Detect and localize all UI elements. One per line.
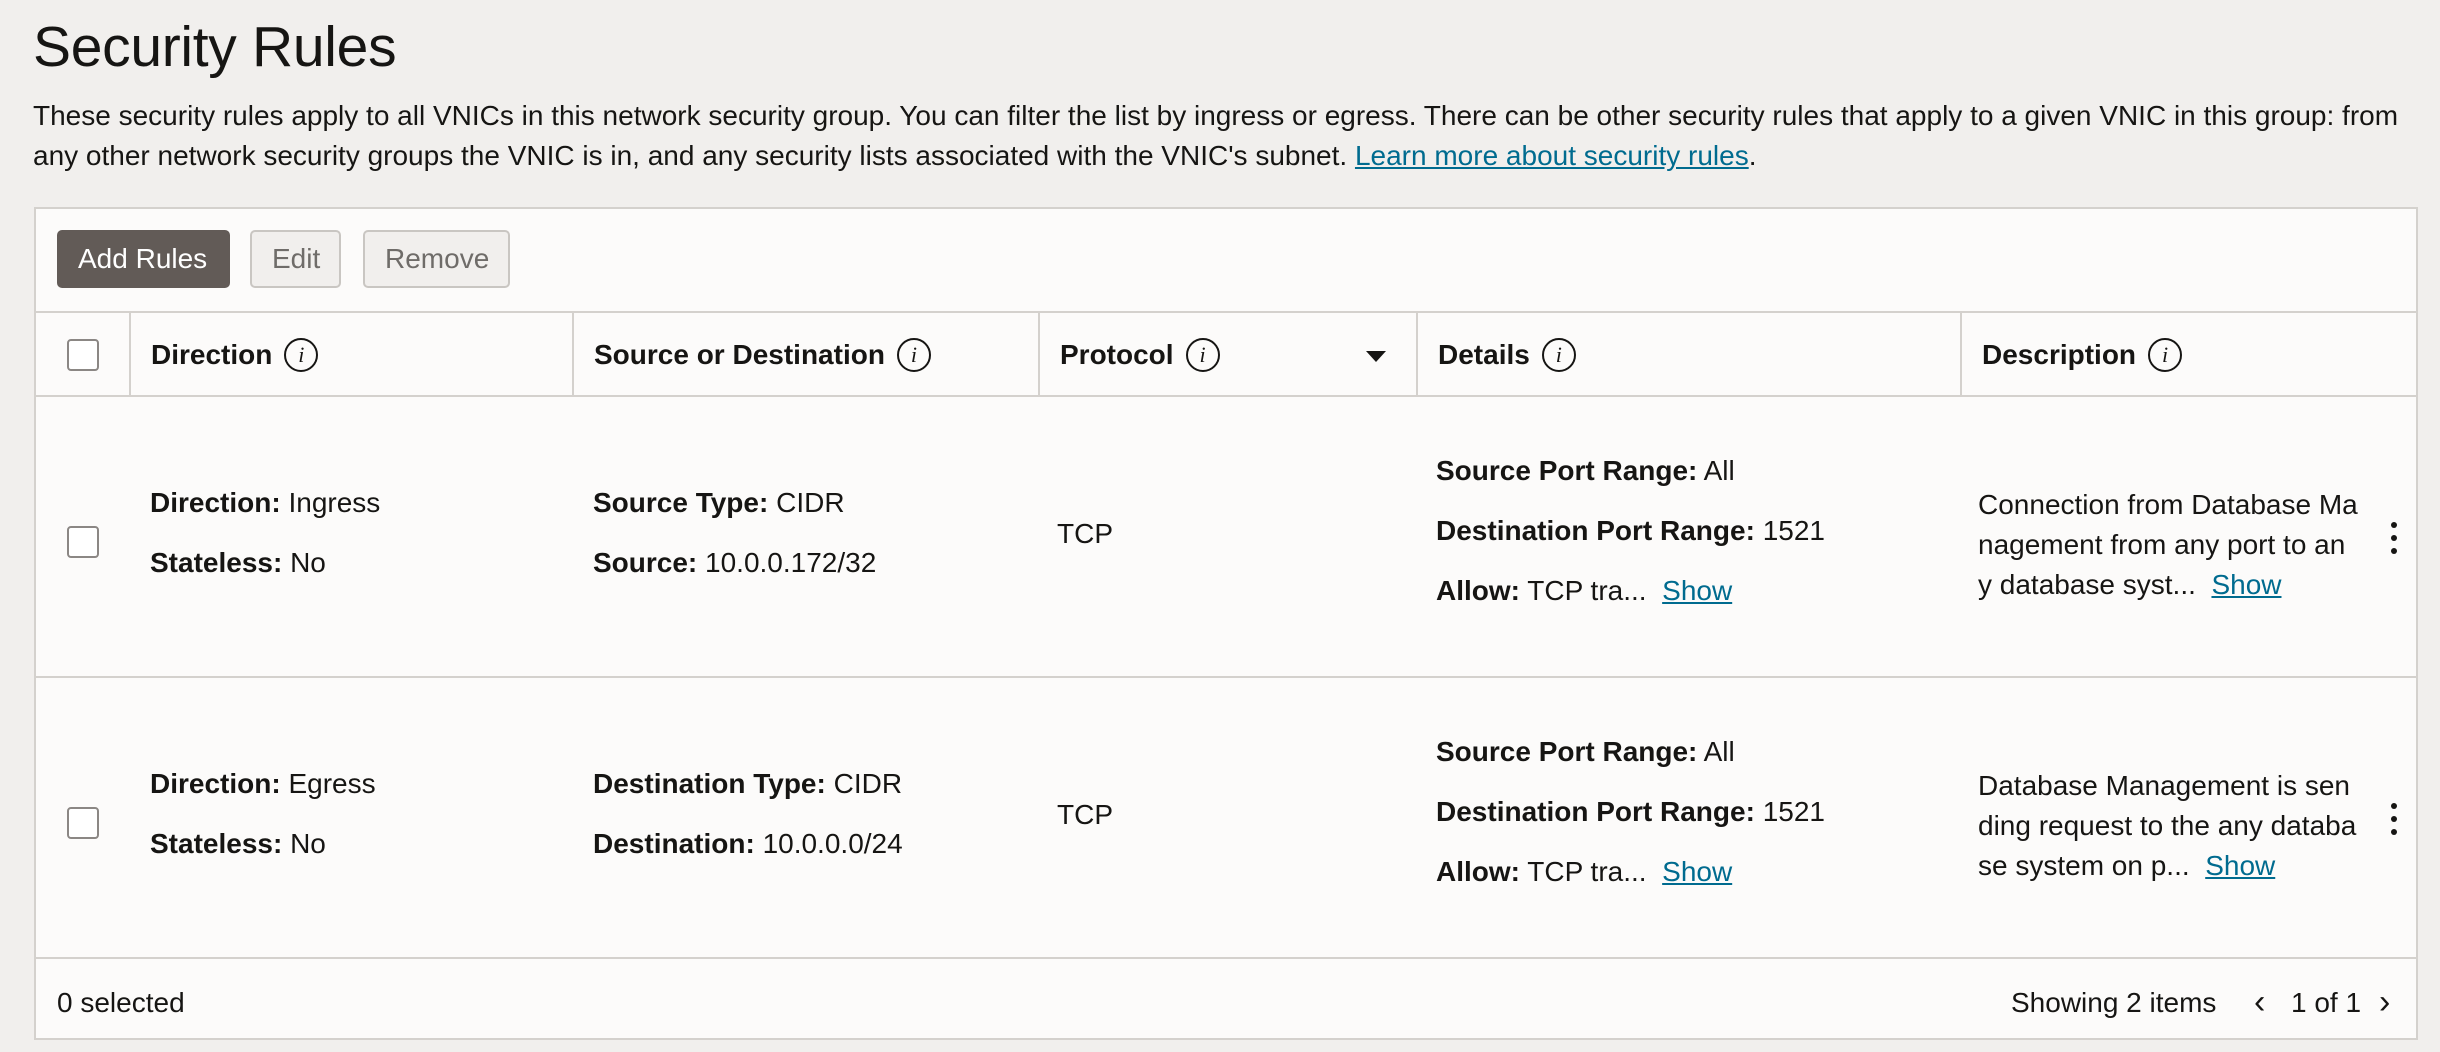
info-icon[interactable]: i — [1185, 338, 1220, 372]
chevron-left-icon[interactable]: ‹ — [2254, 983, 2265, 1022]
description-cell: Connection from Database Management from… — [1978, 485, 2358, 605]
source-type-field: Source Type: CIDR — [593, 487, 845, 519]
intro-text: These security rules apply to all VNICs … — [33, 96, 2423, 176]
allow-field: Allow: TCP tra... Show — [1436, 575, 1732, 607]
show-details-link[interactable]: Show — [1662, 575, 1732, 606]
dpr-value: 1521 — [1762, 515, 1825, 546]
intro-body: These security rules apply to all VNICs … — [33, 100, 2399, 171]
info-icon[interactable]: i — [896, 338, 931, 372]
table-row: Direction: Egress Stateless: No Destinat… — [36, 678, 2416, 959]
column-label-direction: Direction — [151, 339, 273, 370]
header-select-all-cell — [36, 313, 131, 397]
direction-field: Direction: Ingress — [150, 487, 380, 519]
dpr-value: 1521 — [1762, 796, 1825, 827]
show-details-link[interactable]: Show — [1662, 856, 1732, 887]
column-header-direction: Direction i — [131, 313, 574, 397]
column-label-source-destination: Source or Destination — [594, 339, 885, 370]
table-footer: 0 selected Showing 2 items ‹ 1 of 1 › — [36, 959, 2416, 1040]
column-header-source-destination: Source or Destination i — [574, 313, 1040, 397]
stateless-key: Stateless: — [150, 828, 283, 859]
destination-port-range-field: Destination Port Range: 1521 — [1436, 796, 1825, 828]
allow-key: Allow: — [1436, 856, 1520, 887]
description-text: Database Management is sending request t… — [1978, 770, 2357, 881]
page-indicator: 1 of 1 — [2291, 987, 2362, 1018]
address-key: Destination: — [593, 828, 755, 859]
spr-value: All — [1703, 455, 1735, 486]
selected-count: 0 selected — [57, 987, 185, 1018]
type-key: Source Type: — [593, 487, 769, 518]
destination-field: Destination: 10.0.0.0/24 — [593, 828, 903, 860]
direction-field: Direction: Egress — [150, 768, 376, 800]
type-value: CIDR — [776, 487, 845, 518]
allow-key: Allow: — [1436, 575, 1520, 606]
dpr-key: Destination Port Range: — [1436, 515, 1755, 546]
more-actions-icon[interactable] — [2391, 522, 2399, 556]
allow-value: TCP tra... — [1527, 575, 1647, 606]
edit-button[interactable]: Edit — [250, 230, 341, 288]
destination-type-field: Destination Type: CIDR — [593, 768, 902, 800]
stateless-value: No — [290, 547, 326, 578]
page-title: Security Rules — [33, 15, 397, 79]
caret-down-icon[interactable] — [1366, 351, 1386, 362]
show-description-link[interactable]: Show — [2211, 569, 2281, 600]
select-all-checkbox[interactable] — [66, 339, 99, 371]
address-value: 10.0.0.0/24 — [762, 828, 903, 859]
learn-more-link[interactable]: Learn more about security rules — [1355, 140, 1749, 171]
type-key: Destination Type: — [593, 768, 826, 799]
intro-suffix: . — [1748, 140, 1757, 171]
dpr-key: Destination Port Range: — [1436, 796, 1755, 827]
destination-port-range-field: Destination Port Range: 1521 — [1436, 515, 1825, 547]
stateless-field: Stateless: No — [150, 547, 326, 579]
stateless-key: Stateless: — [150, 547, 283, 578]
protocol-value: TCP — [1057, 518, 1113, 549]
source-field: Source: 10.0.0.172/32 — [593, 547, 876, 579]
column-label-protocol: Protocol — [1060, 339, 1174, 370]
chevron-right-icon[interactable]: › — [2379, 983, 2390, 1022]
stateless-value: No — [290, 828, 326, 859]
type-value: CIDR — [833, 768, 903, 799]
add-rules-button[interactable]: Add Rules — [57, 230, 230, 288]
more-actions-icon[interactable] — [2391, 803, 2399, 837]
spr-key: Source Port Range: — [1436, 736, 1698, 767]
security-rules-panel: Add Rules Edit Remove Direction i Source… — [34, 207, 2418, 1040]
spr-key: Source Port Range: — [1436, 455, 1698, 486]
source-port-range-field: Source Port Range: All — [1436, 455, 1735, 487]
direction-key: Direction: — [150, 768, 281, 799]
address-key: Source: — [593, 547, 698, 578]
items-count: Showing 2 items — [2011, 987, 2217, 1018]
direction-key: Direction: — [150, 487, 281, 518]
remove-button[interactable]: Remove — [363, 230, 510, 288]
stateless-field: Stateless: No — [150, 828, 326, 860]
table-header: Direction i Source or Destination i Prot… — [36, 311, 2416, 397]
protocol-value: TCP — [1057, 799, 1113, 830]
column-label-description: Description — [1982, 339, 2137, 370]
spr-value: All — [1703, 736, 1735, 767]
toolbar: Add Rules Edit Remove — [36, 209, 2416, 311]
column-label-details: Details — [1438, 339, 1530, 370]
column-header-details: Details i — [1418, 313, 1962, 397]
show-description-link[interactable]: Show — [2205, 850, 2275, 881]
row-checkbox[interactable] — [67, 526, 99, 558]
allow-value: TCP tra... — [1527, 856, 1647, 887]
table-row: Direction: Ingress Stateless: No Source … — [36, 397, 2416, 678]
info-icon[interactable]: i — [284, 338, 319, 372]
column-header-protocol[interactable]: Protocol i — [1040, 313, 1418, 397]
description-text: Connection from Database Management from… — [1978, 489, 2358, 600]
direction-value: Egress — [288, 768, 376, 799]
direction-value: Ingress — [288, 487, 381, 518]
allow-field: Allow: TCP tra... Show — [1436, 856, 1732, 888]
source-port-range-field: Source Port Range: All — [1436, 736, 1735, 768]
info-icon[interactable]: i — [2148, 338, 2183, 372]
row-checkbox[interactable] — [67, 807, 99, 839]
description-cell: Database Management is sending request t… — [1978, 766, 2358, 886]
info-icon[interactable]: i — [1541, 338, 1576, 372]
address-value: 10.0.0.172/32 — [705, 547, 877, 578]
column-header-description: Description i — [1962, 313, 2418, 397]
